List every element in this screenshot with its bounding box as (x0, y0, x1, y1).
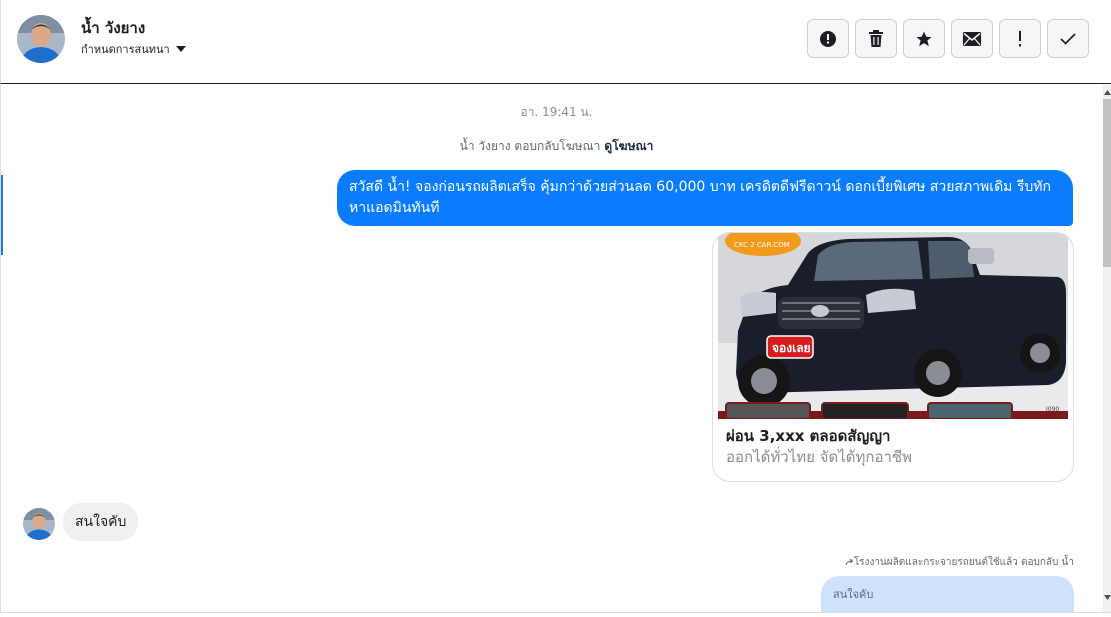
selection-indicator (1, 175, 3, 255)
chevron-down-icon (175, 46, 186, 52)
incoming-message[interactable]: สนใจคับ (63, 503, 139, 541)
ad-logo-text: CKC 2 CAR.COM (734, 241, 790, 249)
scroll-up-arrow-icon[interactable] (1103, 87, 1111, 97)
ad-image: CKC 2 CAR.COM จองเลย J090 (718, 233, 1068, 419)
mark-unread-button[interactable] (951, 19, 993, 58)
scroll-down-arrow-icon[interactable] (1103, 592, 1111, 602)
exclamation-icon (1019, 30, 1021, 46)
check-icon (1060, 32, 1076, 45)
composer-divider (0, 612, 1111, 617)
star-button[interactable] (903, 19, 945, 58)
contact-name[interactable]: น้ำ วังยาง (81, 16, 145, 40)
view-ad-link[interactable]: ดูโฆษณา (604, 139, 653, 153)
alert-circle-icon (820, 30, 836, 47)
trash-icon (869, 29, 883, 47)
thread-scrollbar[interactable] (1103, 85, 1111, 612)
mark-important-button[interactable] (999, 19, 1041, 58)
assign-conversation-dropdown[interactable]: กำหนดการสนทนา (81, 40, 186, 58)
quoted-reply-bubble[interactable]: สนใจคับ (821, 576, 1074, 612)
sender-avatar[interactable] (23, 508, 55, 540)
thread-timestamp: อา. 19:41 น. (520, 105, 593, 119)
conversation-header: น้ำ วังยาง กำหนดการสนทนา (0, 0, 1111, 84)
ad-badge-text: จองเลย (772, 341, 811, 355)
reply-meta-text: โรงงานผลิตและกระจายรถยนต์ใช้แล้ว ตอบกลับ… (853, 557, 1074, 568)
outgoing-message[interactable]: สวัสดี น้ำ! จองก่อนรถผลิตเสร็จ คุ้มกว่าด… (337, 170, 1073, 226)
contact-avatar[interactable] (17, 15, 65, 63)
envelope-icon (963, 31, 981, 46)
assign-label: กำหนดการสนทนา (81, 43, 170, 56)
ad-reply-text: น้ำ วังยาง ตอบกลับโฆษณา (459, 139, 601, 153)
mark-done-button[interactable] (1047, 19, 1089, 58)
ad-preview-card[interactable]: CKC 2 CAR.COM จองเลย J090 ผ่อน 3,xxx ตลอ… (712, 232, 1074, 482)
message-thread[interactable]: อา. 19:41 น. น้ำ วังยาง ตอบกลับโฆษณา ดูโฆ… (0, 85, 1103, 612)
scrollbar-thumb[interactable] (1103, 99, 1111, 267)
ad-plate-text: J090 (1045, 406, 1059, 413)
ad-reply-notice: น้ำ วังยาง ตอบกลับโฆษณา ดูโฆษณา (1, 137, 1103, 156)
ad-subtitle: ออกได้ทั่วไทย จัดได้ทุกอาชีพ (726, 448, 912, 466)
reply-arrow-icon (845, 558, 854, 566)
action-toolbar (807, 19, 1089, 58)
report-button[interactable] (807, 19, 849, 58)
star-icon (916, 31, 932, 46)
delete-button[interactable] (855, 19, 897, 58)
reply-meta: โรงงานผลิตและกระจายรถยนต์ใช้แล้ว ตอบกลับ… (845, 555, 1074, 570)
